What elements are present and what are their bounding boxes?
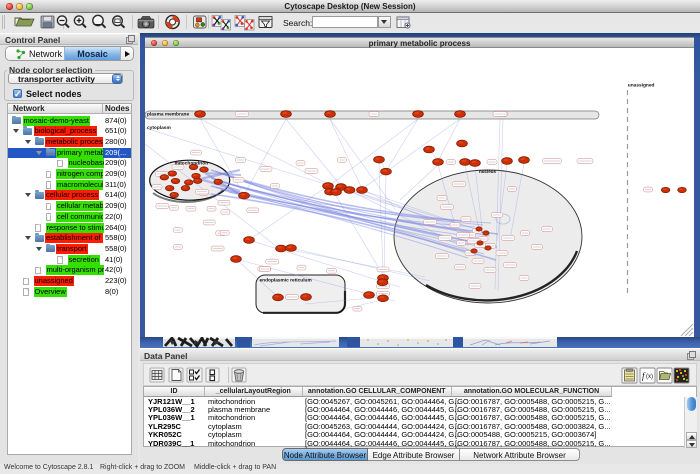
svg-text:nucleus: nucleus [479,169,497,174]
svg-text:mitochondrion: mitochondrion [175,161,209,167]
svg-text:plasma membrane: plasma membrane [147,112,189,118]
svg-text:endoplasmic reticulum: endoplasmic reticulum [260,278,312,284]
svg-text:unassigned: unassigned [628,83,655,89]
svg-text:(x): (x) [646,374,653,380]
svg-text:cytoplasm: cytoplasm [147,125,171,131]
